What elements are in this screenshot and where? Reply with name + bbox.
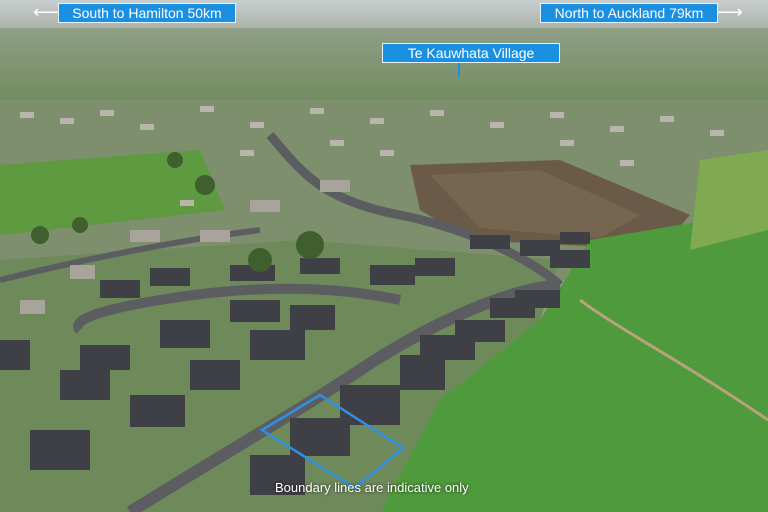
distant-farmland [0, 28, 768, 108]
village-pointer [458, 63, 460, 77]
village-label: Te Kauwhata Village [382, 43, 560, 63]
arrow-right-icon: ⟶ [717, 2, 743, 22]
arrow-left-icon: ⟵ [33, 2, 59, 22]
north-direction-label: North to Auckland 79km [540, 3, 718, 23]
boundary-disclaimer: Boundary lines are indicative only [275, 480, 469, 495]
aerial-photo [0, 0, 768, 512]
south-direction-label: South to Hamilton 50km [58, 3, 236, 23]
